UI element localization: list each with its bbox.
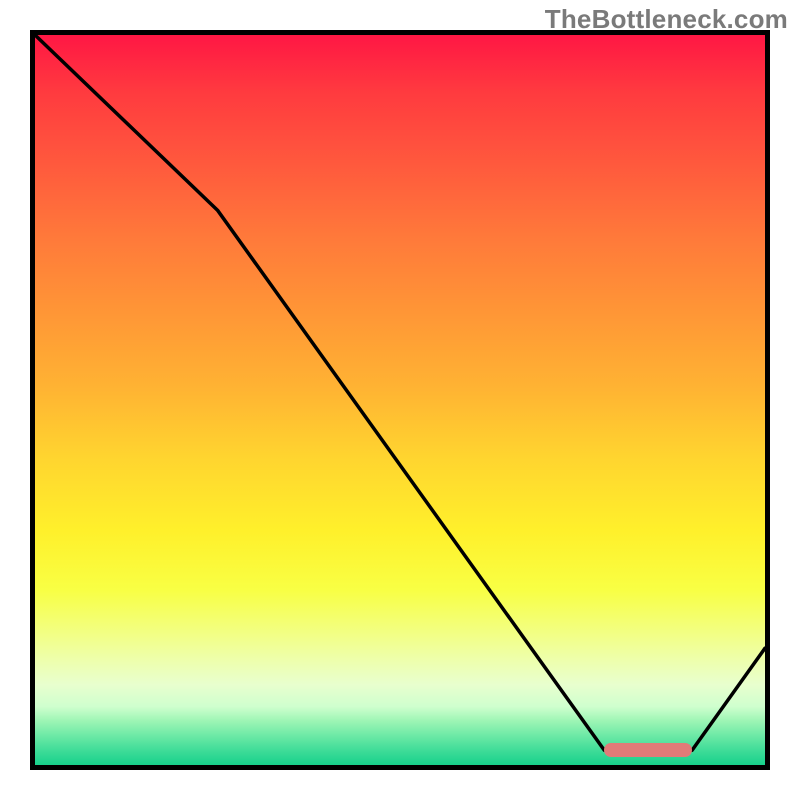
chart-stage: TheBottleneck.com xyxy=(0,0,800,800)
watermark-label: TheBottleneck.com xyxy=(545,4,788,35)
bottleneck-curve xyxy=(35,35,765,750)
curve-svg xyxy=(35,35,765,765)
plot-frame xyxy=(30,30,770,770)
optimal-marker xyxy=(604,743,692,757)
